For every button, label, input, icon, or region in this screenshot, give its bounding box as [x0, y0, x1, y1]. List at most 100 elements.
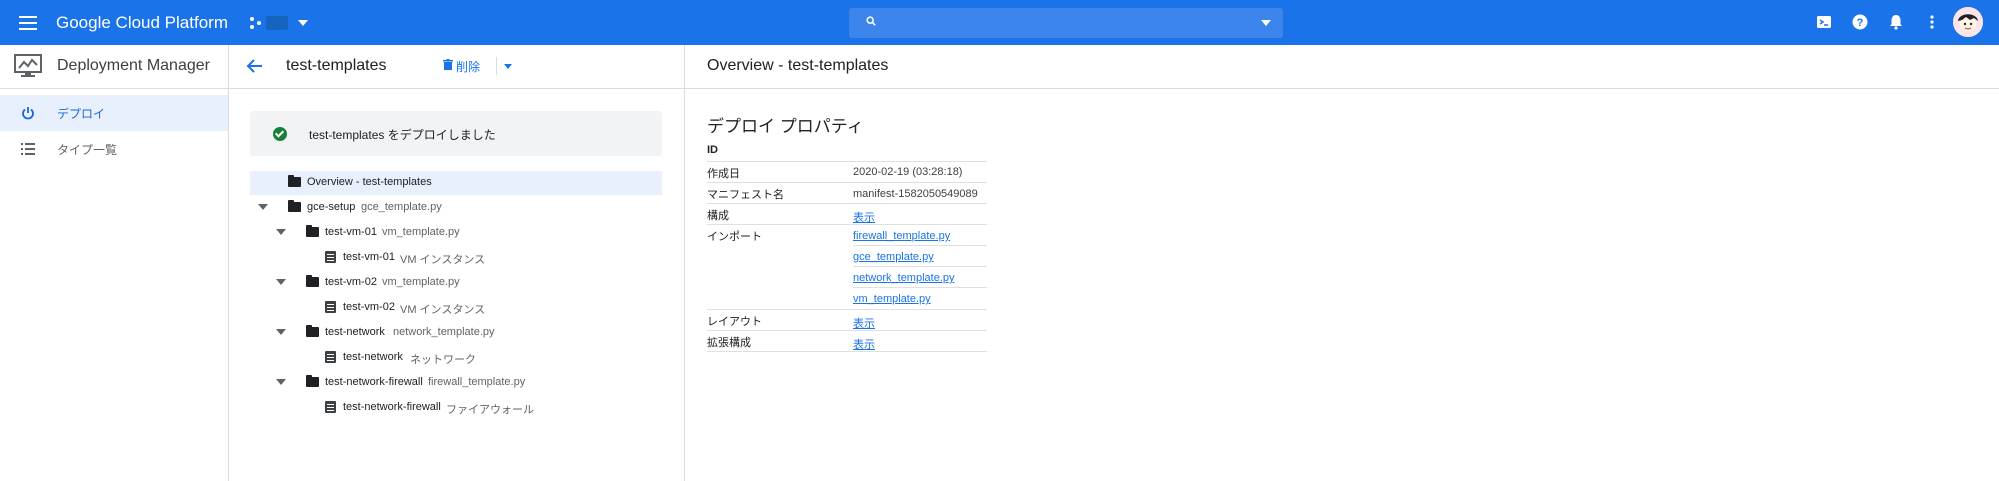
tree-item-test-network-resource[interactable]: test-network ネットワーク	[250, 346, 662, 370]
prop-label: 作成日	[707, 168, 740, 180]
search-input[interactable]	[889, 12, 1233, 36]
resource-icon	[325, 401, 336, 413]
expand-arrow-icon[interactable]	[276, 329, 286, 335]
overview-panel: Overview - test-templates デプロイ プロパティ ID …	[685, 45, 1999, 481]
more-actions-button[interactable]	[496, 57, 517, 75]
deployment-manager-icon	[14, 54, 42, 77]
tree-item-type: VM インスタンス	[400, 304, 486, 316]
top-app-bar: Google Cloud Platform ?	[0, 0, 1999, 45]
tree-item-type: ファイアウォール	[446, 404, 534, 416]
tree-item-name: test-network	[325, 326, 385, 338]
overview-header: Overview - test-templates	[685, 45, 1999, 89]
project-icon	[250, 17, 262, 29]
sidebar-item-deployments[interactable]: デプロイ	[0, 95, 228, 131]
tree-item-name: gce-setup	[307, 201, 356, 213]
sidebar-item-label: タイプ一覧	[57, 143, 118, 157]
help-icon[interactable]: ?	[1851, 13, 1869, 31]
divider	[853, 266, 987, 267]
prop-label: マニフェスト名	[707, 189, 784, 201]
svg-text:?: ?	[1857, 17, 1864, 29]
tree-item-test-network[interactable]: test-network network_template.py	[250, 321, 662, 345]
import-link[interactable]: firewall_template.py	[853, 230, 950, 242]
divider	[853, 287, 987, 288]
prop-value: manifest-1582050549089	[853, 188, 978, 200]
import-link[interactable]: gce_template.py	[853, 251, 934, 263]
prop-row-expanded-config: 拡張構成 表示	[707, 331, 987, 352]
tree-item-test-network-firewall[interactable]: test-network-firewall firewall_template.…	[250, 371, 662, 395]
more-vert-icon[interactable]	[1923, 13, 1941, 31]
folder-icon	[288, 200, 301, 212]
tree-item-name: test-network	[343, 351, 403, 363]
tree-item-test-vm-02[interactable]: test-vm-02 vm_template.py	[250, 271, 662, 295]
prop-row-manifest: マニフェスト名 manifest-1582050549089	[707, 183, 987, 204]
back-arrow-icon[interactable]	[245, 57, 265, 75]
tree-item-type: gce_template.py	[361, 201, 442, 213]
tree-item-test-network-firewall-resource[interactable]: test-network-firewall ファイアウォール	[250, 396, 662, 420]
brand-title[interactable]: Google Cloud Platform	[56, 13, 228, 33]
resource-icon	[325, 351, 336, 363]
cloud-shell-icon[interactable]	[1815, 13, 1833, 31]
trash-icon	[443, 59, 453, 70]
tree-item-name: Overview - test-templates	[307, 176, 432, 188]
list-icon	[21, 143, 35, 155]
check-circle-icon	[273, 127, 287, 141]
delete-label: 削除	[456, 60, 481, 74]
config-view-link[interactable]: 表示	[853, 209, 875, 225]
tree-item-type: VM インスタンス	[400, 254, 486, 266]
expand-arrow-icon[interactable]	[258, 204, 268, 210]
notifications-icon[interactable]	[1887, 13, 1905, 31]
tree-item-name: test-network-firewall	[325, 376, 423, 388]
prop-label: インポート	[707, 231, 762, 243]
prop-row-layout: レイアウト 表示	[707, 310, 987, 331]
tree-item-name: test-vm-01	[325, 226, 377, 238]
tree-item-name: test-vm-02	[325, 276, 377, 288]
prop-row-imports: インポート firewall_template.py gce_template.…	[707, 225, 987, 310]
search-bar[interactable]	[849, 8, 1283, 38]
section-title: デプロイ プロパティ	[707, 117, 864, 136]
tree-item-test-vm-02-instance[interactable]: test-vm-02 VM インスタンス	[250, 296, 662, 320]
avatar-icon	[1953, 7, 1983, 37]
tree-item-type: ネットワーク	[410, 354, 476, 366]
prop-row-created: 作成日 2020-02-19 (03:28:18)	[707, 162, 987, 183]
overview-title: Overview - test-templates	[707, 57, 889, 74]
sidebar-item-type-registry[interactable]: タイプ一覧	[0, 131, 228, 167]
chevron-down-icon	[504, 64, 512, 69]
expanded-config-view-link[interactable]: 表示	[853, 336, 875, 352]
avatar[interactable]	[1953, 7, 1983, 37]
delete-button[interactable]: 削除	[443, 57, 491, 75]
tree-item-type: vm_template.py	[382, 276, 460, 288]
tree-item-name: test-network-firewall	[343, 401, 441, 413]
expand-arrow-icon[interactable]	[276, 279, 286, 285]
prop-row-config: 構成 表示	[707, 204, 987, 225]
folder-icon	[288, 175, 301, 187]
power-icon	[22, 107, 34, 120]
expand-arrow-icon[interactable]	[276, 379, 286, 385]
tree-item-test-vm-01[interactable]: test-vm-01 vm_template.py	[250, 221, 662, 245]
search-dropdown-icon[interactable]	[1261, 20, 1271, 26]
product-header: Deployment Manager	[0, 45, 228, 89]
prop-label: レイアウト	[707, 316, 762, 328]
import-link[interactable]: network_template.py	[853, 272, 955, 284]
project-name-redacted	[266, 16, 288, 30]
folder-icon	[306, 225, 319, 237]
tree-item-overview[interactable]: Overview - test-templates	[250, 171, 662, 195]
tree-item-test-vm-01-instance[interactable]: test-vm-01 VM インスタンス	[250, 246, 662, 270]
sidebar-item-label: デプロイ	[57, 107, 106, 121]
hamburger-menu-icon[interactable]	[16, 11, 40, 35]
folder-icon	[306, 275, 319, 287]
prop-label: 拡張構成	[707, 337, 751, 349]
divider	[853, 245, 987, 246]
expand-arrow-icon[interactable]	[276, 229, 286, 235]
import-link[interactable]: vm_template.py	[853, 293, 931, 305]
tree-item-gce-setup[interactable]: gce-setup gce_template.py	[250, 196, 662, 220]
product-title: Deployment Manager	[57, 57, 210, 74]
tree-item-name: test-vm-01	[343, 251, 395, 263]
left-navigation: Deployment Manager デプロイ タイプ一覧	[0, 45, 229, 481]
chevron-down-icon	[298, 20, 308, 26]
folder-icon	[306, 325, 319, 337]
layout-view-link[interactable]: 表示	[853, 315, 875, 331]
project-selector[interactable]	[248, 10, 312, 36]
search-icon	[866, 16, 876, 26]
tree-item-type: firewall_template.py	[428, 376, 526, 388]
deployment-tree-panel: test-templates 削除 test-templates をデプロイしま…	[229, 45, 685, 481]
